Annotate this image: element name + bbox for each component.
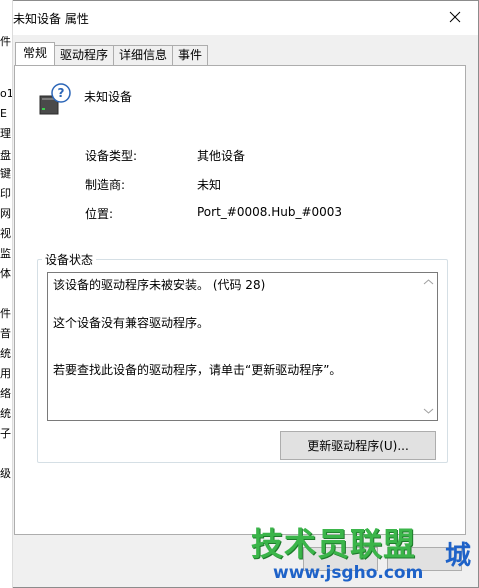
location-label: 位置:: [85, 207, 114, 221]
status-line: 该设备的驱动程序未被安装。 (代码 28): [53, 278, 266, 292]
tab-strip: 常规 驱动程序 详细信息 事件: [15, 42, 209, 65]
bg-text-fragment: 统: [0, 408, 11, 420]
tab-general[interactable]: 常规: [15, 42, 56, 65]
bg-text-fragment: 理: [0, 128, 11, 140]
device-type-label: 设备类型:: [85, 149, 138, 163]
title-bar: 未知设备 属性: [1, 1, 478, 35]
scroll-up-icon[interactable]: [423, 278, 434, 286]
bg-text-fragment: 监: [0, 248, 11, 260]
close-icon: [449, 11, 461, 23]
device-status-title: 设备状态: [42, 251, 97, 268]
bg-text-fragment: 音: [0, 328, 11, 340]
bg-text-fragment: 用: [0, 368, 11, 380]
bg-text-fragment: 键: [0, 168, 11, 180]
close-button[interactable]: [432, 1, 478, 33]
location-value: Port_#0008.Hub_#0003: [197, 205, 343, 219]
scroll-down-icon[interactable]: [423, 407, 434, 415]
bg-text-fragment: 印: [0, 188, 11, 200]
tab-details[interactable]: 详细信息: [113, 45, 174, 65]
bg-text-fragment: 统: [0, 348, 11, 360]
cancel-button[interactable]: [387, 547, 462, 571]
unknown-device-icon: ?: [39, 83, 71, 115]
general-panel: ? 未知设备 设备类型: 其他设备 制造商: 未知 位置: Port_#0008…: [14, 65, 466, 535]
svg-text:?: ?: [58, 86, 65, 100]
manufacturer-label: 制造商:: [85, 178, 126, 192]
bg-text-fragment: E: [0, 108, 7, 120]
device-type-value: 其他设备: [197, 149, 246, 163]
tab-driver[interactable]: 驱动程序: [54, 45, 115, 65]
tab-events[interactable]: 事件: [172, 45, 209, 65]
bg-text-fragment: 件: [0, 308, 11, 320]
properties-dialog: 未知设备 属性 常规 驱动程序 详细信息 事件 ? 未知设备 设备类型: 其他设…: [0, 0, 479, 588]
bg-text-fragment: 络: [0, 388, 11, 400]
status-scrollbar[interactable]: [420, 273, 437, 420]
bg-text-fragment: 网: [0, 208, 11, 220]
bg-text-fragment: 盘: [0, 150, 11, 162]
bg-text-fragment: 视: [0, 228, 11, 240]
update-driver-button[interactable]: 更新驱动程序(U)...: [280, 431, 436, 460]
window-title: 未知设备 属性: [13, 12, 89, 26]
bg-text-fragment: 体: [0, 268, 11, 280]
bg-text-fragment: 子: [0, 428, 11, 440]
bg-text-fragment: 级: [0, 468, 11, 480]
bg-text-fragment: 件: [0, 36, 11, 48]
status-line: 这个设备没有兼容驱动程序。: [53, 316, 210, 330]
status-line: 若要查找此设备的驱动程序，请单击“更新驱动程序”。: [53, 363, 342, 377]
bg-text-fragment: o1: [0, 88, 12, 100]
ok-button[interactable]: [303, 547, 378, 571]
background-window-edge: 件 o1 E 理 盘 键 印 网 视 监 体 件 音 统 用 络 统 子 级: [0, 0, 13, 588]
device-name: 未知设备: [84, 90, 133, 104]
device-status-textbox[interactable]: 该设备的驱动程序未被安装。 (代码 28) 这个设备没有兼容驱动程序。 若要查找…: [47, 272, 438, 421]
manufacturer-value: 未知: [197, 178, 222, 192]
